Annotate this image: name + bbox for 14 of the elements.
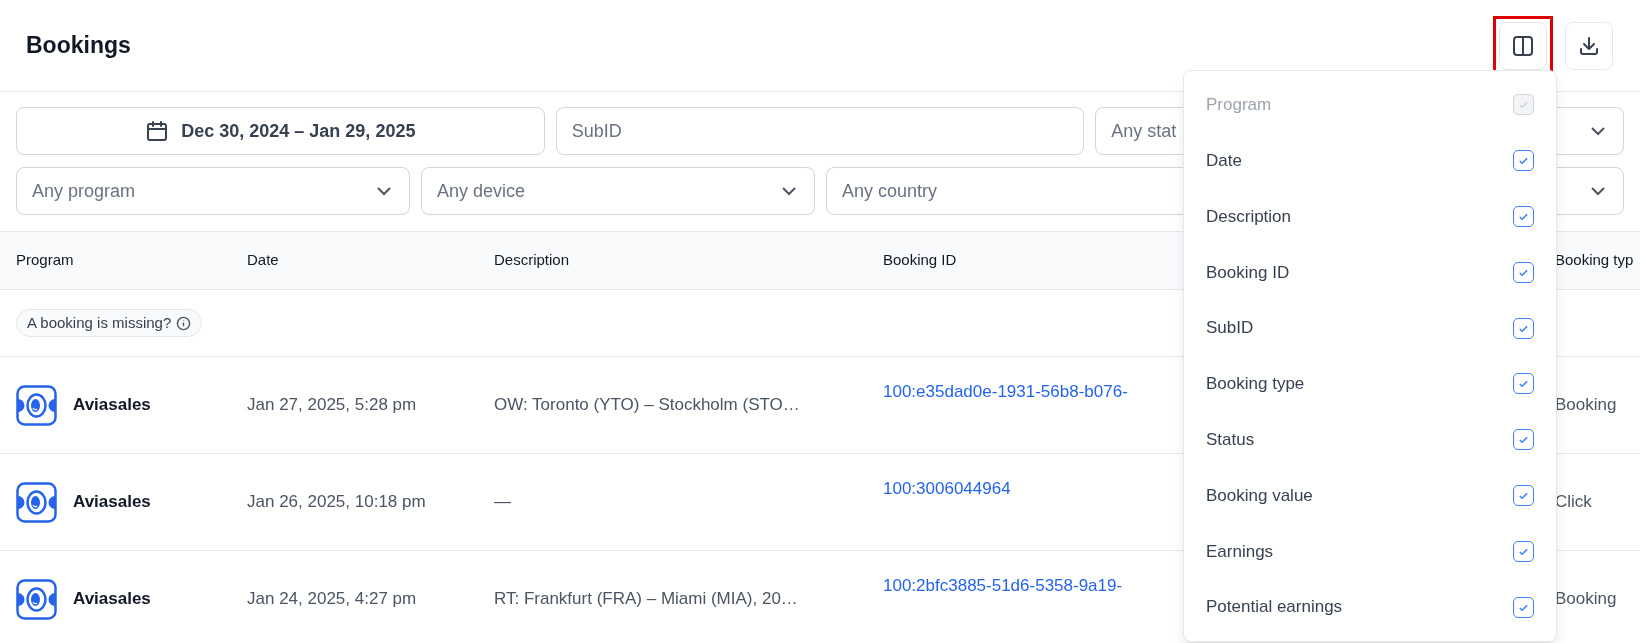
description-cell-text: RT: Frankfurt (FRA) – Miami (MIA), 20… xyxy=(494,588,799,611)
column-option: Program xyxy=(1206,92,1272,118)
booking-type-cell-text: Click xyxy=(1555,491,1593,514)
description-cell-text: — xyxy=(494,491,512,514)
program-name: Aviasales xyxy=(73,491,151,514)
booking-type-cell-text: Booking xyxy=(1555,588,1618,611)
date-cell-text: Jan 24, 2025, 4:27 pm xyxy=(247,588,418,611)
date-cell-text: Jan 27, 2025, 5:28 pm xyxy=(247,394,418,417)
program-name: Aviasales xyxy=(73,394,151,417)
booking-type-cell-text: Booking xyxy=(1555,394,1618,417)
date-cell-text: Jan 26, 2025, 10:18 pm xyxy=(247,491,427,514)
page-title: Bookings xyxy=(26,31,131,61)
description-cell-text: OW: Toronto (YTO) – Stockholm (STO… xyxy=(494,394,801,417)
program-name: Aviasales xyxy=(73,588,151,611)
